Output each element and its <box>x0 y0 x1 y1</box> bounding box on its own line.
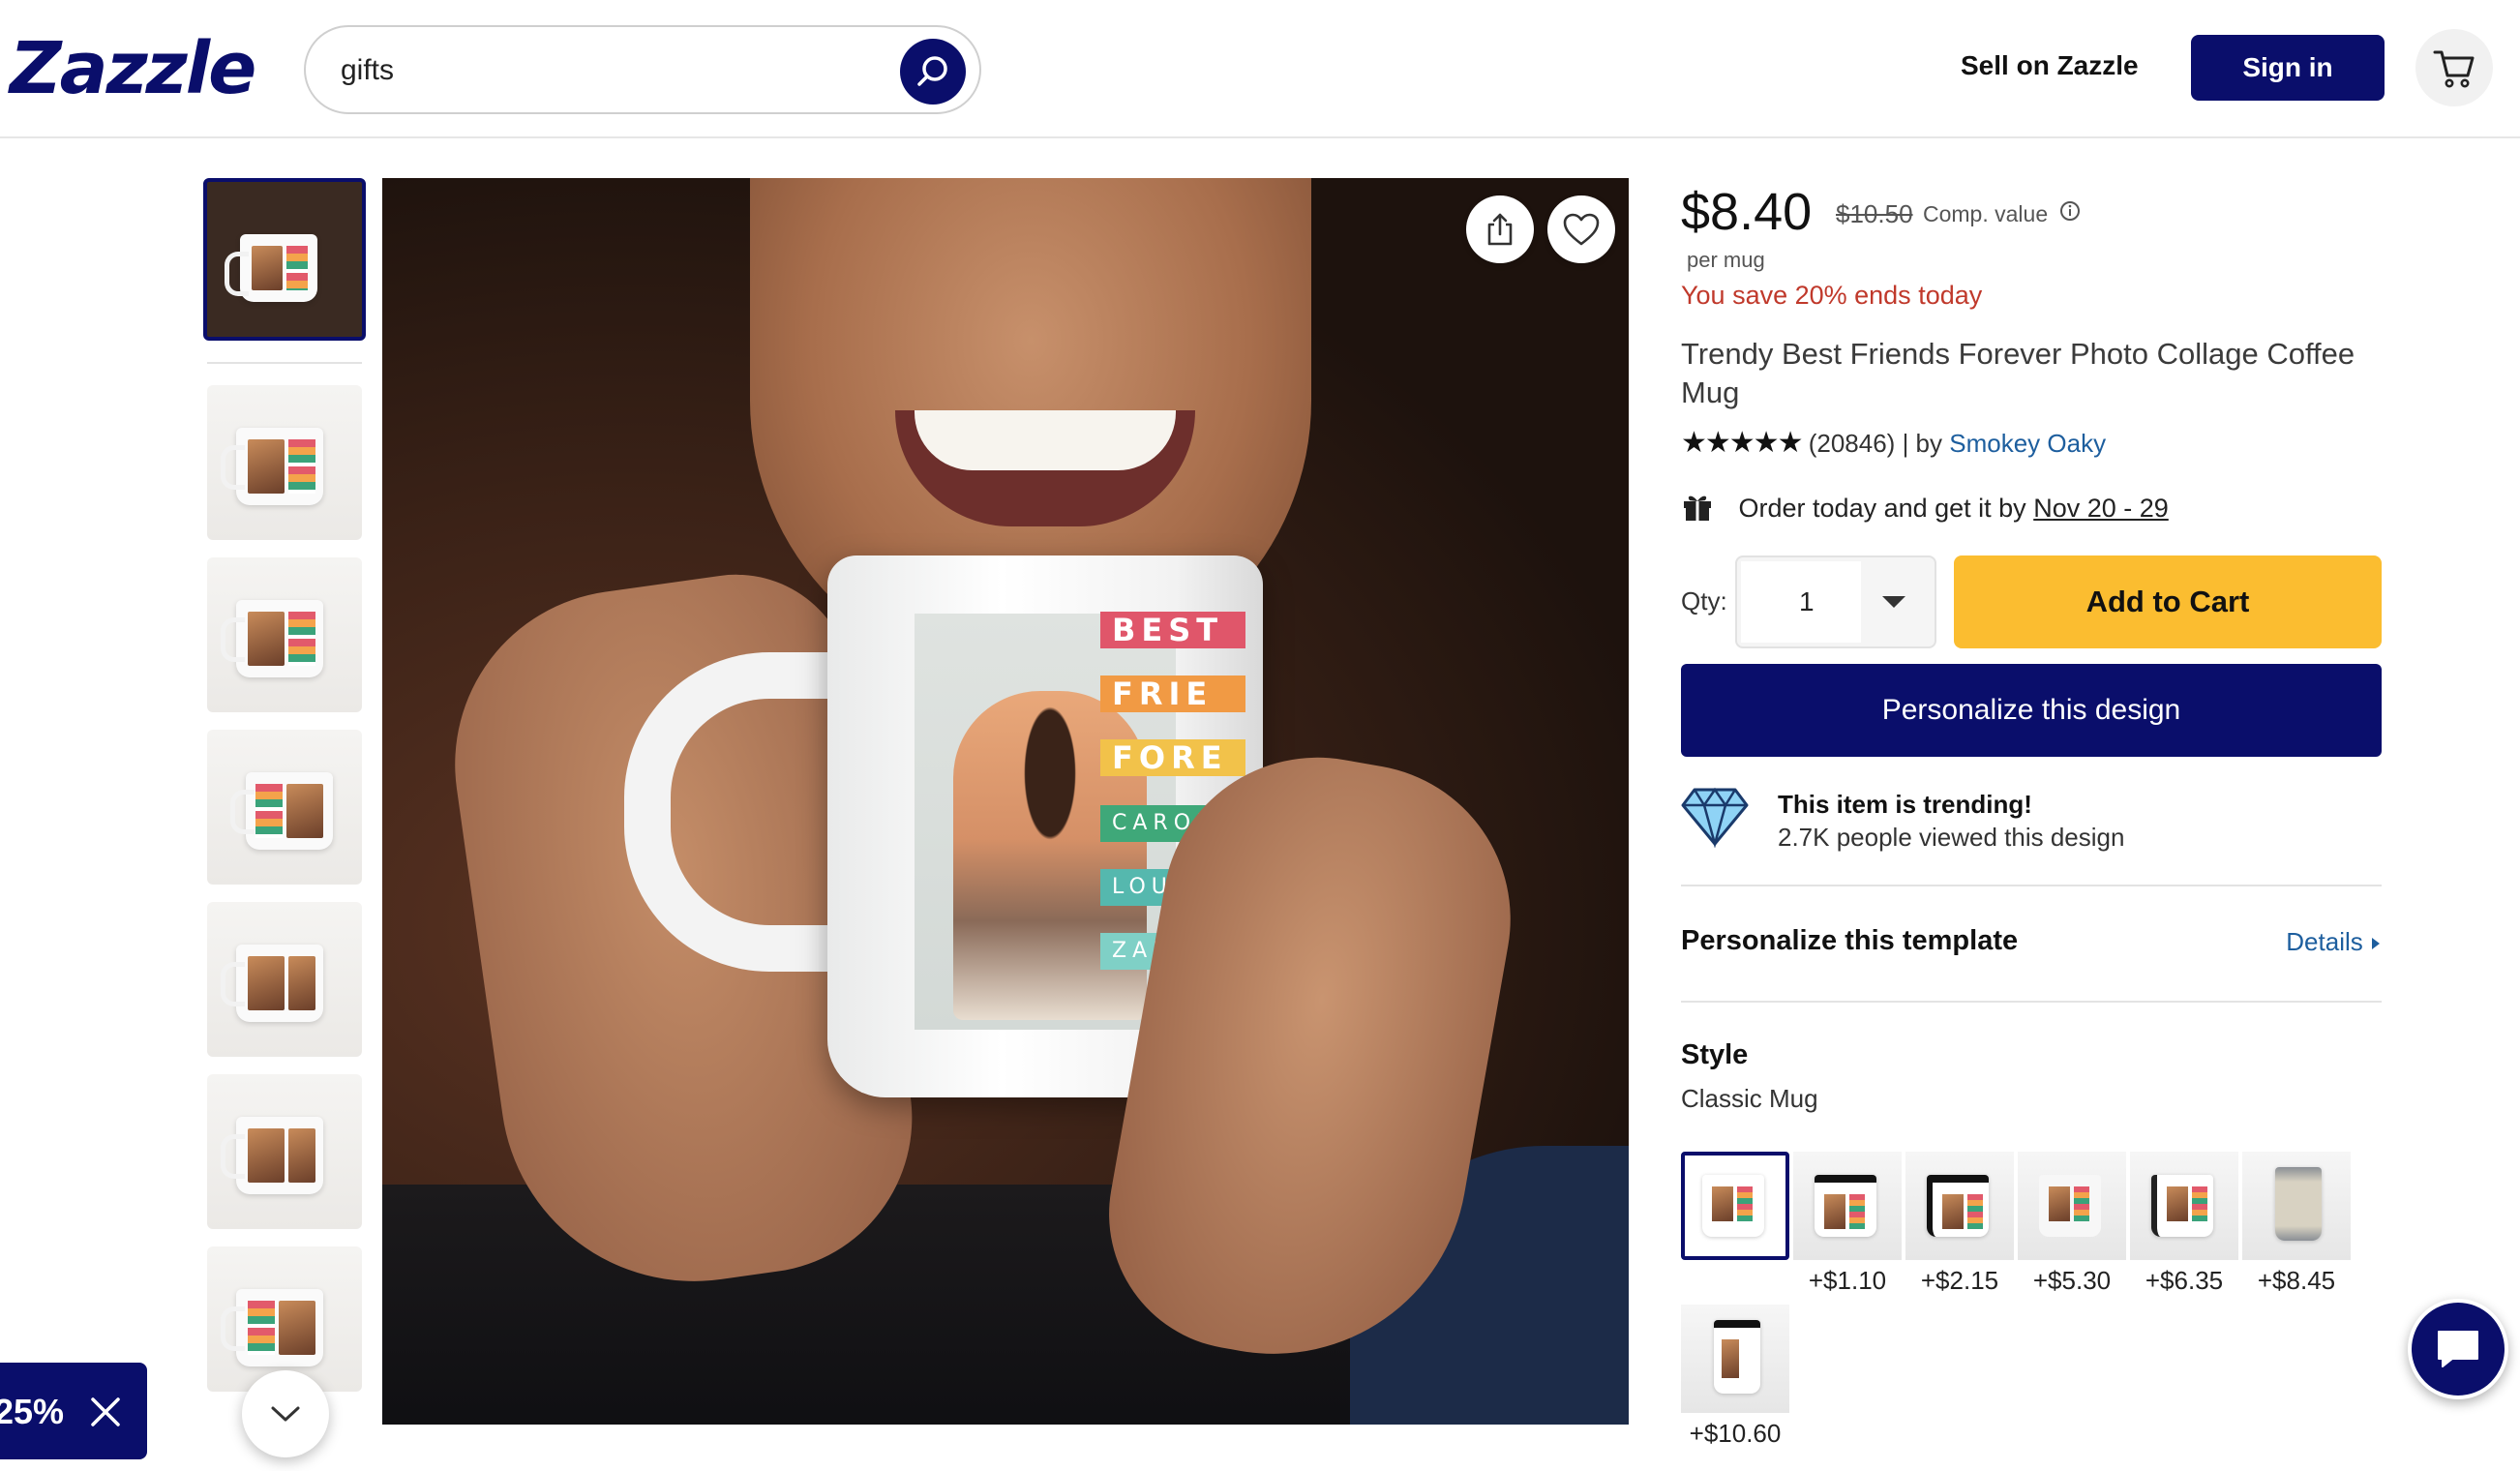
search-bar <box>304 25 981 114</box>
chevron-down-icon <box>271 1406 300 1422</box>
caret-right-icon <box>2372 938 2380 949</box>
style-option-price: +$8.45 <box>2257 1266 2336 1295</box>
style-option-image <box>2130 1152 2238 1260</box>
savings-text: You save 20% ends today <box>1681 281 1983 310</box>
style-label: Style <box>1681 1039 1749 1070</box>
thumbnail-divider <box>207 362 362 364</box>
style-option-price: +$10.60 <box>1689 1419 1782 1448</box>
section-divider <box>1681 885 2382 886</box>
thumbnail-3[interactable] <box>207 557 362 712</box>
promo-text: 25% <box>0 1392 65 1431</box>
sign-in-button[interactable]: Sign in <box>2191 35 2385 101</box>
zazzle-logo[interactable]: Zazzle <box>10 25 256 112</box>
details-link[interactable]: Details <box>2286 927 2382 957</box>
personalize-template-title: Personalize this template <box>1681 925 2019 956</box>
close-icon[interactable] <box>87 1394 124 1430</box>
thumbnail-4[interactable] <box>207 730 362 885</box>
gift-icon <box>1684 495 1711 521</box>
product-price: $8.40 <box>1681 183 1813 241</box>
per-unit-label: per mug <box>1687 248 1765 272</box>
search-icon <box>917 56 947 86</box>
seller-link[interactable]: Smokey Oaky <box>1949 429 2106 458</box>
style-option-price: +$5.30 <box>2032 1266 2112 1295</box>
style-option-price: +$2.15 <box>1920 1266 1999 1295</box>
thumbnail-mug <box>221 1289 323 1366</box>
rating-row: ★★★★★ (20846) | by Smokey Oaky <box>1681 426 2106 460</box>
promo-banner[interactable]: 25% <box>0 1363 147 1459</box>
diamond-icon <box>1681 787 1749 848</box>
style-option-price: +$1.10 <box>1808 1266 1887 1295</box>
search-button[interactable] <box>900 39 966 105</box>
chat-icon <box>2438 1331 2478 1367</box>
style-option-image <box>2242 1152 2351 1260</box>
style-option-price: +$6.35 <box>2145 1266 2224 1295</box>
details-link-label: Details <box>2286 927 2363 956</box>
share-button[interactable] <box>1466 195 1534 263</box>
thumbnails-scroll-down-button[interactable] <box>242 1370 329 1457</box>
qty-label: Qty: <box>1681 586 1727 615</box>
delivery-date-link[interactable]: Nov 20 - 29 <box>2033 494 2169 523</box>
add-to-cart-button[interactable]: Add to Cart <box>1954 555 2382 648</box>
mug-stripe-text: FRIE <box>1100 675 1245 712</box>
trending-notice: This item is trending! 2.7K people viewe… <box>1681 786 2382 863</box>
rating-stars[interactable]: ★★★★★ <box>1681 427 1803 459</box>
chat-button[interactable] <box>2408 1299 2508 1399</box>
thumbnail-mug <box>221 1117 323 1194</box>
comp-price: $10.50 <box>1836 199 1913 228</box>
mug-stripe-text: FORE <box>1100 739 1245 776</box>
style-option-image <box>1681 1305 1789 1413</box>
by-label: | by <box>1902 429 1943 458</box>
section-divider <box>1681 1001 2382 1003</box>
cart-button[interactable] <box>2415 29 2493 106</box>
quantity-value: 1 <box>1741 561 1861 643</box>
sell-on-zazzle-link[interactable]: Sell on Zazzle <box>1961 50 2139 81</box>
style-option-image <box>1905 1152 2014 1260</box>
personalize-design-button[interactable]: Personalize this design <box>1681 664 2382 757</box>
heart-icon <box>1563 213 1600 246</box>
thumbnail-mug <box>221 600 323 677</box>
share-icon <box>1487 213 1513 246</box>
thumbnail-mug <box>225 234 317 302</box>
site-header: Zazzle Sell on Zazzle Sign in <box>0 0 2520 138</box>
thumbnail-mug <box>221 428 323 505</box>
trending-title: This item is trending! <box>1778 790 2032 819</box>
delivery-text: Order today and get it by <box>1738 494 2026 523</box>
style-option-image <box>2018 1152 2126 1260</box>
delivery-row: Order today and get it by Nov 20 - 29 <box>1681 490 2169 524</box>
trending-subtitle: 2.7K people viewed this design <box>1778 823 2125 852</box>
info-icon[interactable] <box>2058 199 2082 223</box>
thumbnail-mug <box>230 772 333 850</box>
product-title: Trendy Best Friends Forever Photo Collag… <box>1681 337 2355 409</box>
comp-value-label: Comp. value <box>1923 201 2049 226</box>
style-value: Classic Mug <box>1681 1084 1818 1113</box>
search-input[interactable] <box>341 46 883 95</box>
thumbnail-5[interactable] <box>207 902 362 1057</box>
thumbnail-1[interactable] <box>203 178 366 341</box>
mug-stripe-text: BEST <box>1100 612 1245 648</box>
thumbnail-2[interactable] <box>207 385 362 540</box>
chevron-down-icon <box>1882 596 1905 608</box>
quantity-select[interactable]: 1 <box>1735 555 1936 648</box>
style-option-image <box>1793 1152 1902 1260</box>
thumbnail-6[interactable] <box>207 1074 362 1229</box>
main-product-image[interactable]: BEST FRIE FORE CAROLIN LOUISA ZARA <box>382 178 1629 1425</box>
style-option-image <box>1681 1152 1789 1260</box>
cart-icon <box>2433 50 2475 88</box>
review-count[interactable]: (20846) <box>1809 429 1896 458</box>
favorite-button[interactable] <box>1547 195 1615 263</box>
thumbnail-mug <box>221 945 323 1022</box>
